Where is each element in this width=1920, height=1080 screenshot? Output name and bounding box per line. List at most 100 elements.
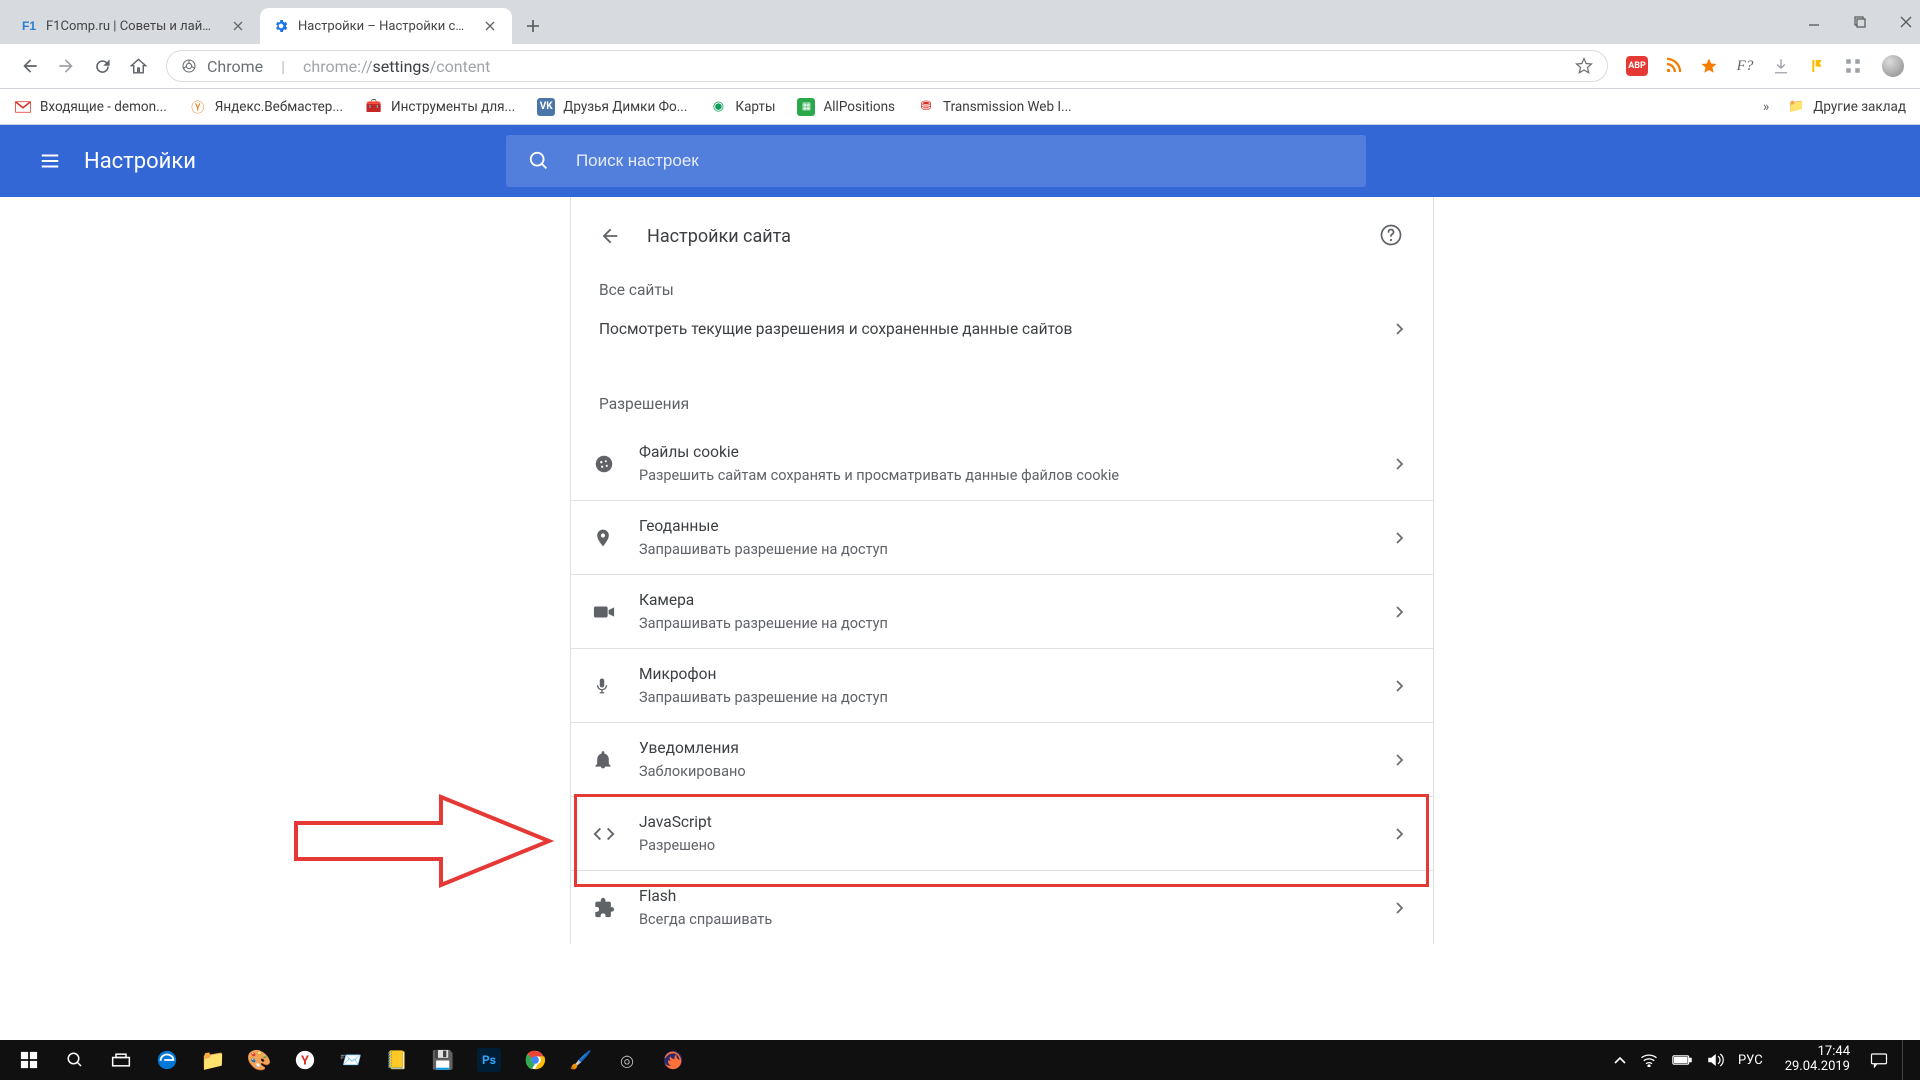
row-label: Камера — [639, 591, 888, 609]
menu-button[interactable] — [36, 147, 64, 175]
bookmark-maps[interactable]: ◉ Карты — [709, 98, 775, 116]
search-button[interactable] — [52, 1040, 98, 1080]
task-firefox[interactable] — [650, 1040, 696, 1080]
bookmark-allpositions[interactable]: ▦ AllPositions — [797, 98, 895, 116]
bookmark-label: Яндекс.Вебмастер... — [215, 99, 343, 115]
task-art[interactable]: 🖌️ — [558, 1040, 604, 1080]
page-title: Настройки сайта — [647, 226, 791, 247]
reload-button[interactable] — [86, 50, 118, 82]
new-tab-button[interactable] — [518, 11, 548, 41]
bookmark-label: AllPositions — [823, 99, 895, 115]
chevron-right-icon — [1395, 902, 1405, 914]
address-bar[interactable]: Chrome | chrome://settings/content — [166, 50, 1608, 82]
row-microphone[interactable]: Микрофон Запрашивать разрешение на досту… — [571, 649, 1433, 722]
row-view-permissions[interactable]: Посмотреть текущие разрешения и сохранен… — [571, 299, 1433, 359]
flag-icon[interactable] — [1806, 55, 1828, 77]
row-label: Микрофон — [639, 665, 888, 683]
wifi-icon[interactable] — [1640, 1053, 1658, 1067]
profile-avatar[interactable] — [1882, 55, 1904, 77]
task-notepad[interactable]: 📒 — [374, 1040, 420, 1080]
maximize-icon[interactable] — [1852, 14, 1868, 30]
bookmark-star-icon[interactable] — [1575, 57, 1593, 75]
task-explorer[interactable]: 📁 — [190, 1040, 236, 1080]
camera-icon — [593, 604, 639, 620]
url-separator: | — [281, 57, 285, 76]
row-cookies[interactable]: Файлы cookie Разрешить сайтам сохранять … — [571, 427, 1433, 500]
minimize-icon[interactable] — [1806, 14, 1822, 30]
task-chrome[interactable] — [512, 1040, 558, 1080]
battery-icon[interactable] — [1672, 1054, 1692, 1066]
row-camera[interactable]: Камера Запрашивать разрешение на доступ — [571, 575, 1433, 648]
row-sublabel: Всегда спрашивать — [639, 911, 772, 928]
rss-icon[interactable] — [1662, 55, 1684, 77]
url-text: chrome://settings/content — [303, 57, 490, 76]
star-ext-icon[interactable] — [1698, 55, 1720, 77]
row-notifications[interactable]: Уведомления Заблокировано — [571, 723, 1433, 796]
settings-search[interactable] — [506, 135, 1366, 187]
bookmark-other[interactable]: 📁 Другие заклад — [1787, 98, 1906, 116]
task-mail[interactable]: 📨 — [328, 1040, 374, 1080]
browser-tab-strip: F1 F1Comp.ru | Советы и лайфхаки Настрой… — [0, 0, 1920, 44]
tray-language[interactable]: РУС — [1738, 1053, 1763, 1068]
tab-f1comp[interactable]: F1 F1Comp.ru | Советы и лайфхаки — [8, 8, 260, 44]
settings-search-input[interactable] — [574, 150, 1344, 172]
chevron-right-icon — [1395, 458, 1405, 470]
tray-chevron-icon[interactable] — [1614, 1055, 1626, 1065]
chevron-right-icon — [1395, 323, 1405, 335]
forward-button[interactable] — [50, 50, 82, 82]
mic-icon — [593, 675, 639, 697]
row-sublabel: Запрашивать разрешение на доступ — [639, 689, 888, 706]
bookmark-yandex[interactable]: Ⓨ Яндекс.Вебмастер... — [189, 98, 343, 116]
bookmark-gmail[interactable]: Входящие - demon... — [14, 98, 167, 116]
task-yandex[interactable]: Y — [282, 1040, 328, 1080]
tray-clock[interactable]: 17:44 29.04.2019 — [1785, 1045, 1850, 1075]
gear-icon — [272, 17, 290, 35]
chrome-page-icon — [181, 58, 197, 74]
bookmark-label: Transmission Web I... — [943, 99, 1072, 115]
taskview-button[interactable] — [98, 1040, 144, 1080]
close-icon[interactable] — [230, 18, 246, 34]
overflow-icon[interactable]: » — [1763, 99, 1769, 115]
task-photoshop[interactable]: Ps — [466, 1040, 512, 1080]
font-icon[interactable]: F? — [1734, 55, 1756, 77]
volume-icon[interactable] — [1706, 1052, 1724, 1068]
chevron-right-icon — [1395, 754, 1405, 766]
bookmark-tools[interactable]: 🧰 Инструменты для... — [365, 98, 515, 116]
chevron-right-icon — [1395, 606, 1405, 618]
bookmark-transmission[interactable]: ⛃ Transmission Web I... — [917, 98, 1072, 116]
favicon-f1: F1 — [20, 17, 38, 35]
windows-taskbar: 📁 🎨 Y 📨 📒 💾 Ps 🖌️ ◎ РУС — [0, 1040, 1920, 1080]
settings-card: Настройки сайта Все сайты Посмотреть тек… — [570, 197, 1434, 944]
bell-icon — [593, 749, 639, 771]
tray-time: 17:44 — [1785, 1045, 1850, 1060]
task-paint[interactable]: 🎨 — [236, 1040, 282, 1080]
chrome-close-icon[interactable] — [1898, 14, 1914, 30]
bookmark-vk[interactable]: VK Друзья Димки Фо... — [537, 98, 687, 116]
gmail-icon — [14, 98, 32, 116]
row-javascript[interactable]: JavaScript Разрешено — [571, 797, 1433, 870]
start-button[interactable] — [6, 1040, 52, 1080]
allpositions-icon: ▦ — [797, 98, 815, 116]
close-icon[interactable] — [482, 18, 498, 34]
row-location[interactable]: Геоданные Запрашивать разрешение на дост… — [571, 501, 1433, 574]
row-flash[interactable]: Flash Всегда спрашивать — [571, 871, 1433, 944]
search-icon — [528, 150, 550, 172]
download-icon[interactable] — [1770, 55, 1792, 77]
task-edge[interactable] — [144, 1040, 190, 1080]
row-label: Уведомления — [639, 739, 746, 757]
back-arrow-button[interactable] — [599, 225, 621, 247]
show-desktop[interactable] — [1902, 1040, 1910, 1080]
action-center-icon[interactable] — [1870, 1052, 1888, 1068]
task-obs[interactable]: ◎ — [604, 1040, 650, 1080]
abp-icon[interactable]: ABP — [1626, 56, 1648, 76]
home-button[interactable] — [122, 50, 154, 82]
apps-icon[interactable] — [1842, 55, 1864, 77]
bookmarks-bar: Входящие - demon... Ⓨ Яндекс.Вебмастер..… — [0, 89, 1920, 125]
back-button[interactable] — [14, 50, 46, 82]
help-icon[interactable] — [1379, 223, 1405, 249]
task-save[interactable]: 💾 — [420, 1040, 466, 1080]
transmission-icon: ⛃ — [917, 98, 935, 116]
card-header: Настройки сайта — [571, 197, 1433, 275]
svg-text:Y: Y — [301, 1054, 309, 1069]
tab-settings[interactable]: Настройки – Настройки сайта — [260, 8, 512, 44]
